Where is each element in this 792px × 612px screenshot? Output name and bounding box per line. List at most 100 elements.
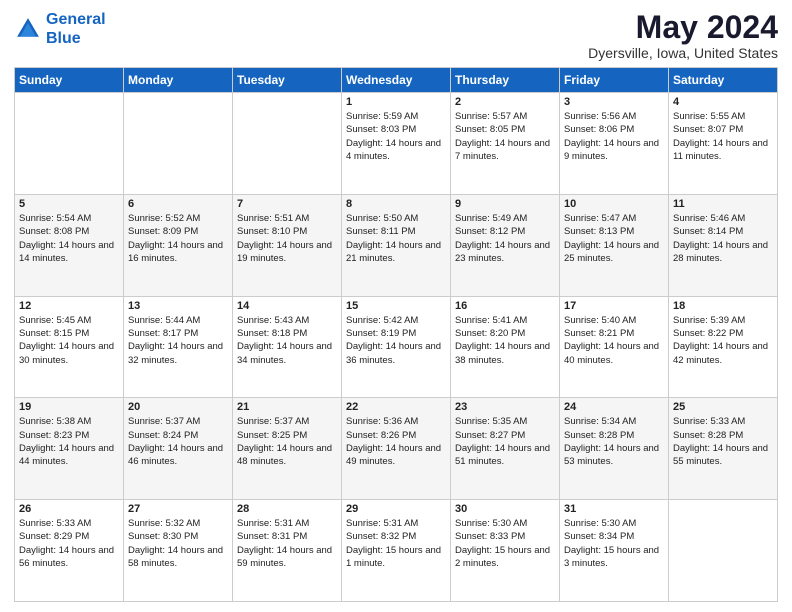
col-saturday: Saturday	[669, 68, 778, 93]
day-number: 27	[128, 503, 228, 515]
calendar-cell	[233, 93, 342, 195]
day-info: Sunrise: 5:43 AMSunset: 8:18 PMDaylight:…	[237, 314, 337, 367]
logo-line1: General	[46, 11, 106, 28]
day-number: 18	[673, 300, 773, 312]
calendar-cell: 28Sunrise: 5:31 AMSunset: 8:31 PMDayligh…	[233, 500, 342, 602]
day-number: 19	[19, 401, 119, 413]
calendar-cell	[124, 93, 233, 195]
day-number: 15	[346, 300, 446, 312]
day-number: 4	[673, 96, 773, 108]
col-thursday: Thursday	[451, 68, 560, 93]
calendar-cell: 14 Sunrise: 5:43 AMSunset: 8:18 PMDayligh…	[233, 296, 342, 398]
col-monday: Monday	[124, 68, 233, 93]
calendar-week-5: 26 Sunrise: 5:33 AMSunset: 8:29 PMDayligh…	[15, 500, 778, 602]
title-block: May 2024 Dyersville, Iowa, United States	[588, 10, 778, 61]
day-number: 26	[19, 503, 119, 515]
calendar-cell: 10Sunrise: 5:47 AMSunset: 8:13 PMDayligh…	[560, 194, 669, 296]
calendar-week-2: 5 Sunrise: 5:54 AMSunset: 8:08 PMDaylight…	[15, 194, 778, 296]
calendar-table: Sunday Monday Tuesday Wednesday Thursday…	[14, 67, 778, 602]
calendar-cell: 25Sunrise: 5:33 AMSunset: 8:28 PMDayligh…	[669, 398, 778, 500]
calendar-cell: 11 Sunrise: 5:46 AMSunset: 8:14 PMDayligh…	[669, 194, 778, 296]
day-info: Sunrise: 5:54 AMSunset: 8:08 PMDaylight:…	[19, 212, 119, 265]
day-number: 17	[564, 300, 664, 312]
day-number: 14	[237, 300, 337, 312]
calendar-cell: 19Sunrise: 5:38 AMSunset: 8:23 PMDayligh…	[15, 398, 124, 500]
calendar-cell: 26 Sunrise: 5:33 AMSunset: 8:29 PMDayligh…	[15, 500, 124, 602]
day-number: 21	[237, 401, 337, 413]
calendar-cell: 13 Sunrise: 5:44 AMSunset: 8:17 PMDayligh…	[124, 296, 233, 398]
calendar-week-4: 19Sunrise: 5:38 AMSunset: 8:23 PMDayligh…	[15, 398, 778, 500]
day-number: 28	[237, 503, 337, 515]
day-info: Sunrise: 5:32 AMSunset: 8:30 PMDaylight:…	[128, 517, 228, 570]
calendar-week-1: 1 Sunrise: 5:59 AMSunset: 8:03 PMDaylight…	[15, 93, 778, 195]
day-info: Sunrise: 5:46 AMSunset: 8:14 PMDaylight:…	[673, 212, 773, 265]
day-number: 23	[455, 401, 555, 413]
day-number: 2	[455, 96, 555, 108]
day-info: Sunrise: 5:51 AMSunset: 8:10 PMDaylight:…	[237, 212, 337, 265]
calendar-cell: 30 Sunrise: 5:30 AMSunset: 8:33 PMDayligh…	[451, 500, 560, 602]
day-number: 16	[455, 300, 555, 312]
logo: General Blue	[14, 10, 106, 48]
day-number: 30	[455, 503, 555, 515]
day-info: Sunrise: 5:40 AMSunset: 8:21 PMDaylight:…	[564, 314, 664, 367]
day-info: Sunrise: 5:57 AMSunset: 8:05 PMDaylight:…	[455, 110, 555, 163]
calendar-cell: 1 Sunrise: 5:59 AMSunset: 8:03 PMDaylight…	[342, 93, 451, 195]
day-info: Sunrise: 5:39 AMSunset: 8:22 PMDaylight:…	[673, 314, 773, 367]
calendar-week-3: 12Sunrise: 5:45 AMSunset: 8:15 PMDayligh…	[15, 296, 778, 398]
day-info: Sunrise: 5:30 AMSunset: 8:33 PMDaylight:…	[455, 517, 555, 570]
calendar-cell: 7 Sunrise: 5:51 AMSunset: 8:10 PMDaylight…	[233, 194, 342, 296]
day-info: Sunrise: 5:34 AMSunset: 8:28 PMDaylight:…	[564, 415, 664, 468]
day-number: 3	[564, 96, 664, 108]
day-info: Sunrise: 5:33 AMSunset: 8:29 PMDaylight:…	[19, 517, 119, 570]
day-info: Sunrise: 5:35 AMSunset: 8:27 PMDaylight:…	[455, 415, 555, 468]
calendar-header-row: Sunday Monday Tuesday Wednesday Thursday…	[15, 68, 778, 93]
logo-text: General Blue	[46, 10, 106, 48]
calendar-cell: 9 Sunrise: 5:49 AMSunset: 8:12 PMDaylight…	[451, 194, 560, 296]
day-info: Sunrise: 5:49 AMSunset: 8:12 PMDaylight:…	[455, 212, 555, 265]
day-info: Sunrise: 5:41 AMSunset: 8:20 PMDaylight:…	[455, 314, 555, 367]
day-info: Sunrise: 5:55 AMSunset: 8:07 PMDaylight:…	[673, 110, 773, 163]
day-info: Sunrise: 5:44 AMSunset: 8:17 PMDaylight:…	[128, 314, 228, 367]
day-number: 9	[455, 198, 555, 210]
day-info: Sunrise: 5:30 AMSunset: 8:34 PMDaylight:…	[564, 517, 664, 570]
logo-line2: Blue	[46, 29, 106, 48]
day-info: Sunrise: 5:31 AMSunset: 8:32 PMDaylight:…	[346, 517, 446, 570]
calendar-cell: 22 Sunrise: 5:36 AMSunset: 8:26 PMDayligh…	[342, 398, 451, 500]
calendar-cell: 5 Sunrise: 5:54 AMSunset: 8:08 PMDaylight…	[15, 194, 124, 296]
day-number: 20	[128, 401, 228, 413]
header: General Blue May 2024 Dyersville, Iowa, …	[14, 10, 778, 61]
subtitle: Dyersville, Iowa, United States	[588, 45, 778, 61]
day-number: 6	[128, 198, 228, 210]
day-info: Sunrise: 5:52 AMSunset: 8:09 PMDaylight:…	[128, 212, 228, 265]
day-number: 29	[346, 503, 446, 515]
day-number: 5	[19, 198, 119, 210]
col-wednesday: Wednesday	[342, 68, 451, 93]
day-number: 22	[346, 401, 446, 413]
day-number: 11	[673, 198, 773, 210]
day-number: 13	[128, 300, 228, 312]
calendar-cell: 29 Sunrise: 5:31 AMSunset: 8:32 PMDayligh…	[342, 500, 451, 602]
day-number: 1	[346, 96, 446, 108]
calendar-cell: 12Sunrise: 5:45 AMSunset: 8:15 PMDayligh…	[15, 296, 124, 398]
day-info: Sunrise: 5:42 AMSunset: 8:19 PMDaylight:…	[346, 314, 446, 367]
calendar-cell: 23 Sunrise: 5:35 AMSunset: 8:27 PMDayligh…	[451, 398, 560, 500]
day-number: 7	[237, 198, 337, 210]
day-info: Sunrise: 5:59 AMSunset: 8:03 PMDaylight:…	[346, 110, 446, 163]
day-number: 10	[564, 198, 664, 210]
day-info: Sunrise: 5:36 AMSunset: 8:26 PMDaylight:…	[346, 415, 446, 468]
day-number: 31	[564, 503, 664, 515]
logo-icon	[14, 15, 42, 43]
calendar-cell: 17 Sunrise: 5:40 AMSunset: 8:21 PMDayligh…	[560, 296, 669, 398]
calendar-cell: 2 Sunrise: 5:57 AMSunset: 8:05 PMDaylight…	[451, 93, 560, 195]
col-friday: Friday	[560, 68, 669, 93]
day-info: Sunrise: 5:37 AMSunset: 8:25 PMDaylight:…	[237, 415, 337, 468]
day-number: 24	[564, 401, 664, 413]
col-tuesday: Tuesday	[233, 68, 342, 93]
day-number: 8	[346, 198, 446, 210]
main-title: May 2024	[588, 10, 778, 45]
calendar-cell: 15 Sunrise: 5:42 AMSunset: 8:19 PMDayligh…	[342, 296, 451, 398]
calendar-cell: 24 Sunrise: 5:34 AMSunset: 8:28 PMDayligh…	[560, 398, 669, 500]
day-info: Sunrise: 5:33 AMSunset: 8:28 PMDaylight:…	[673, 415, 773, 468]
day-info: Sunrise: 5:50 AMSunset: 8:11 PMDaylight:…	[346, 212, 446, 265]
calendar-cell: 18 Sunrise: 5:39 AMSunset: 8:22 PMDayligh…	[669, 296, 778, 398]
